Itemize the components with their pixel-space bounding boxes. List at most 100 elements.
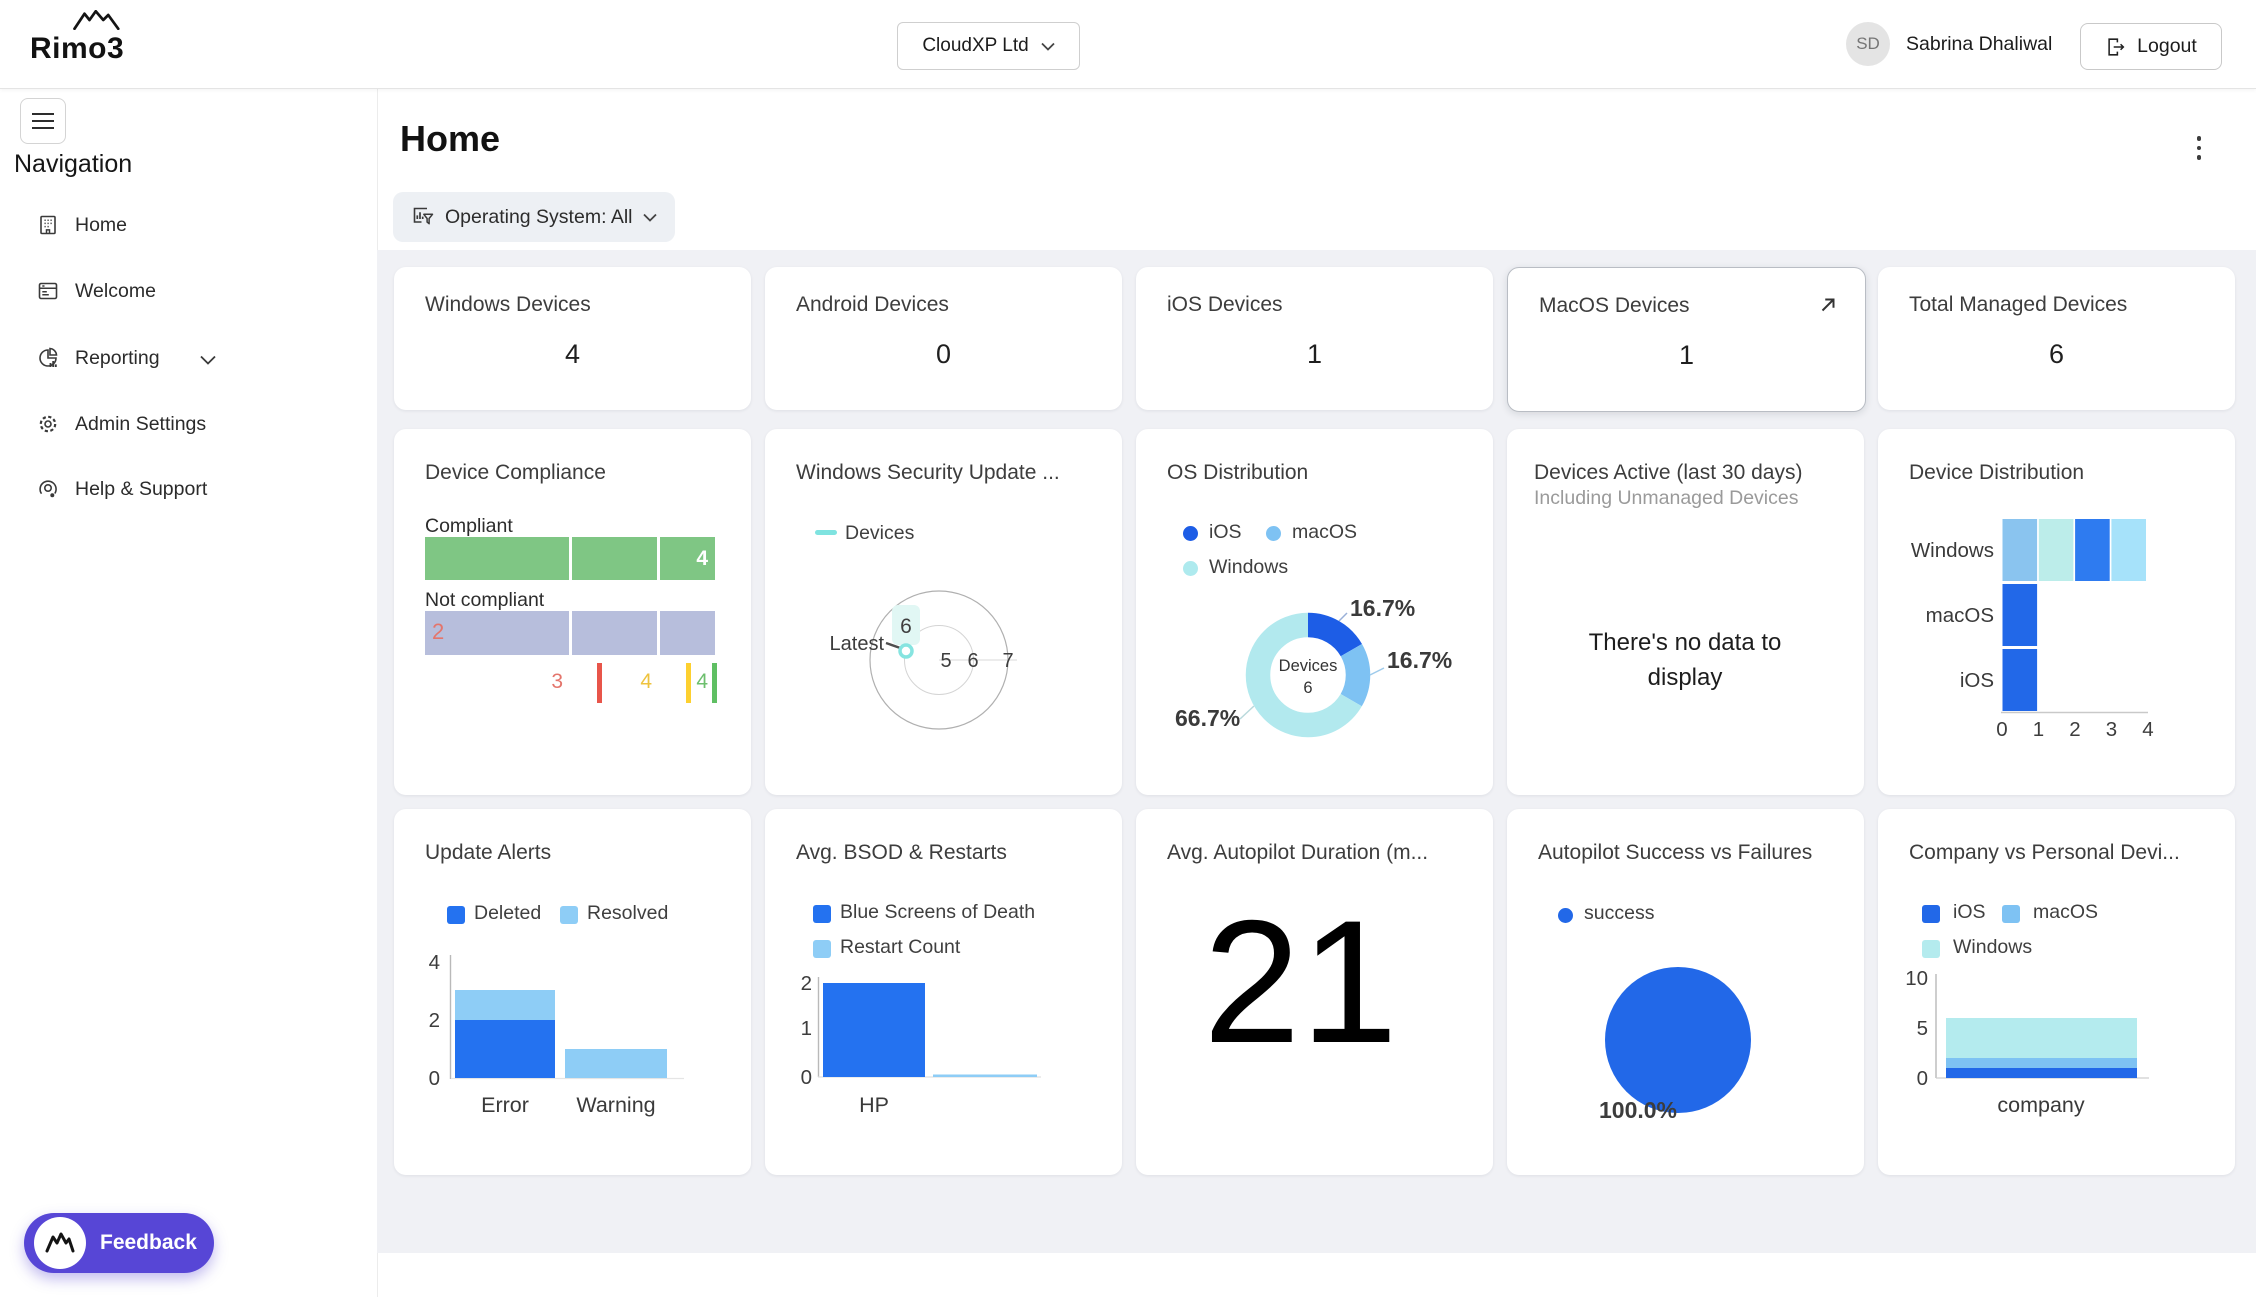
x-axis-tick: 3 xyxy=(2106,718,2117,741)
pie-pct-label: 100.0% xyxy=(1599,1097,1677,1124)
y-axis-tick: 0 xyxy=(1917,1067,1928,1090)
company-selector[interactable]: CloudXP Ltd xyxy=(897,22,1080,70)
sidebar-heading: Navigation xyxy=(14,150,132,179)
sidebar-item-label: Reporting xyxy=(75,347,160,370)
not-compliant-value: 2 xyxy=(425,611,569,645)
bar-restart-count[interactable] xyxy=(933,1075,1037,1078)
donut-chart: 16.7% 16.7% 66.7% Devices 6 xyxy=(1136,569,1493,795)
card-update-alerts: Update Alerts Deleted Resolved 4 2 0 Err… xyxy=(394,809,751,1175)
building-icon xyxy=(36,213,60,237)
category-label: Windows xyxy=(1911,539,1994,562)
compliance-row-label: Not compliant xyxy=(425,589,544,612)
compliance-thresholds: 3 4 4 xyxy=(425,663,717,703)
gear-icon xyxy=(36,412,60,436)
bar-warning-resolved[interactable] xyxy=(565,1049,667,1078)
chart-filter-icon xyxy=(411,205,435,229)
compliance-row-label: Compliant xyxy=(425,515,513,538)
category-label: Warning xyxy=(576,1093,655,1117)
legend-swatch-devices[interactable] xyxy=(815,530,837,535)
feedback-button[interactable]: Feedback xyxy=(24,1213,214,1273)
company-selector-value: CloudXP Ltd xyxy=(922,35,1028,57)
bar-segment[interactable] xyxy=(2003,584,2038,646)
legend-label[interactable]: success xyxy=(1584,902,1654,925)
card-device-distribution: Device Distribution Windows macOS iOS 0 … xyxy=(1878,429,2235,795)
category-label: Error xyxy=(481,1093,529,1117)
legend-swatch-macos[interactable] xyxy=(1266,526,1281,541)
bar-segment[interactable] xyxy=(2039,519,2074,581)
sidebar-item-help-support[interactable]: Help & Support xyxy=(0,467,340,511)
os-filter-dropdown[interactable]: Operating System: All xyxy=(393,192,675,242)
avatar[interactable]: SD xyxy=(1846,22,1890,66)
y-axis-tick: 5 xyxy=(1917,1017,1928,1040)
stat-card-value: 0 xyxy=(765,339,1122,370)
legend-swatch-ios[interactable] xyxy=(1183,526,1198,541)
sidebar-item-label: Admin Settings xyxy=(75,413,206,436)
open-link-arrow-icon[interactable] xyxy=(1817,294,1839,316)
donut-center-label: Devices xyxy=(1279,657,1338,675)
donut-center-value: 6 xyxy=(1303,679,1312,697)
threshold-tick xyxy=(712,663,717,703)
bar-segment[interactable] xyxy=(2075,519,2110,581)
category-label: iOS xyxy=(1960,669,1994,692)
bar-company-macos[interactable] xyxy=(1946,1058,2137,1068)
logo-text: Rimo3 xyxy=(30,32,124,66)
polar-axis-tick: 7 xyxy=(1002,650,1013,672)
sidebar-item-label: Home xyxy=(75,214,127,237)
feedback-logo-circle xyxy=(34,1217,86,1269)
card-device-compliance: Device Compliance Compliant 4 Not compli… xyxy=(394,429,751,795)
bar-chart: 2 1 0 HP xyxy=(765,809,1122,1175)
polar-data-point[interactable] xyxy=(900,645,912,657)
horizontal-bar-chart: Windows macOS iOS 0 1 2 3 4 xyxy=(1878,429,2235,795)
bar-segment[interactable] xyxy=(2003,519,2038,581)
stat-card-android-devices[interactable]: Android Devices 0 xyxy=(765,267,1122,410)
sidebar-item-reporting[interactable]: Reporting xyxy=(0,336,340,380)
card-subtitle: Including Unmanaged Devices xyxy=(1534,487,1799,510)
bar-company-windows[interactable] xyxy=(1946,1018,2137,1058)
bar-company-ios[interactable] xyxy=(1946,1068,2137,1078)
pie-slice-success[interactable] xyxy=(1605,967,1751,1113)
card-bsod-restarts: Avg. BSOD & Restarts Blue Screens of Dea… xyxy=(765,809,1122,1175)
x-axis-tick: 0 xyxy=(1996,718,2007,741)
bar-error-deleted[interactable] xyxy=(455,1020,555,1078)
stat-card-macos-devices[interactable]: MacOS Devices 1 xyxy=(1507,267,1866,412)
sidebar-item-home[interactable]: Home xyxy=(0,203,340,247)
category-label: HP xyxy=(859,1093,889,1117)
polar-axis-tick: 5 xyxy=(940,650,951,672)
sidebar-item-welcome[interactable]: Welcome xyxy=(0,269,340,313)
category-label: macOS xyxy=(1926,604,1994,627)
card-title: Devices Active (last 30 days) xyxy=(1534,461,1844,485)
stat-card-value: 1 xyxy=(1136,339,1493,370)
stacked-bar-chart: 10 5 0 company xyxy=(1878,809,2235,1175)
logout-door-icon xyxy=(2105,36,2127,58)
menu-toggle-button[interactable] xyxy=(20,98,66,144)
stat-card-windows-devices[interactable]: Windows Devices 4 xyxy=(394,267,751,410)
compliant-bar: 4 xyxy=(425,537,715,580)
legend-label[interactable]: iOS xyxy=(1209,521,1242,544)
bar-hp-bsod[interactable] xyxy=(823,983,925,1077)
stat-card-title: Windows Devices xyxy=(425,293,731,317)
welcome-icon xyxy=(36,279,60,303)
threshold-value: 4 xyxy=(622,670,652,694)
rimo3-logo[interactable]: Rimo3 xyxy=(28,10,148,76)
user-name: Sabrina Dhaliwal xyxy=(1906,22,2052,66)
legend-swatch-success[interactable] xyxy=(1558,908,1573,923)
stat-card-total-managed-devices[interactable]: Total Managed Devices 6 xyxy=(1878,267,2235,410)
chevron-down-icon xyxy=(643,213,657,222)
stat-card-ios-devices[interactable]: iOS Devices 1 xyxy=(1136,267,1493,410)
x-axis-tick: 1 xyxy=(2033,718,2044,741)
page-options-kebab-icon[interactable] xyxy=(2184,128,2214,168)
stat-card-value: 1 xyxy=(1508,340,1865,371)
legend-label[interactable]: macOS xyxy=(1292,521,1357,544)
card-os-distribution: OS Distribution iOS macOS Windows 16.7% … xyxy=(1136,429,1493,795)
sidebar-item-admin-settings[interactable]: Admin Settings xyxy=(0,402,340,446)
card-windows-security-update: Windows Security Update ... Devices 5 6 … xyxy=(765,429,1122,795)
bar-segment[interactable] xyxy=(2111,519,2146,581)
logout-label: Logout xyxy=(2137,35,2197,58)
app-header: Rimo3 CloudXP Ltd SD Sabrina Dhaliwal Lo… xyxy=(0,0,2256,89)
slice-pct-label: 16.7% xyxy=(1387,647,1452,673)
bar-error-resolved[interactable] xyxy=(455,990,555,1020)
y-axis-tick: 10 xyxy=(1905,967,1928,990)
bar-segment[interactable] xyxy=(2003,649,2038,711)
rimo3-dashboard: Rimo3 CloudXP Ltd SD Sabrina Dhaliwal Lo… xyxy=(0,0,2256,1297)
logout-button[interactable]: Logout xyxy=(2080,23,2222,70)
